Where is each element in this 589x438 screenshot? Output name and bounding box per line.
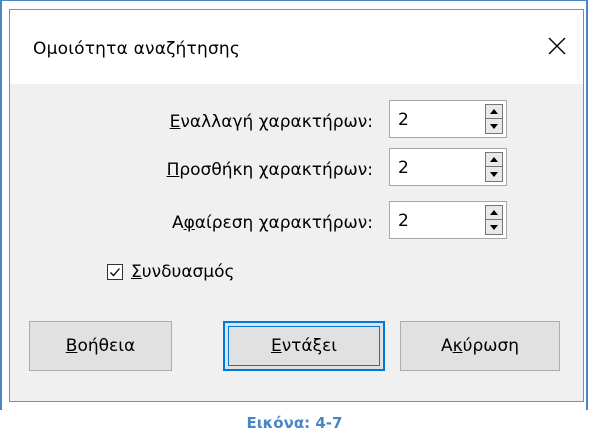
mnemonic: Π — [166, 160, 180, 180]
label-text: ύρωση — [462, 336, 520, 356]
decrement-button[interactable] — [486, 220, 502, 234]
spin-value[interactable]: 2 — [398, 158, 409, 178]
exchange-characters-label: Εναλλαγή χαρακτήρων: — [170, 112, 373, 132]
spin-buttons — [485, 152, 503, 182]
exchange-characters-spinbox[interactable]: 2 — [389, 100, 507, 138]
spin-value[interactable]: 2 — [398, 211, 409, 231]
label-text: ροσθήκη χαρακτήρων: — [179, 160, 373, 180]
arrow-up-icon — [490, 210, 498, 215]
arrow-up-icon — [490, 157, 498, 162]
figure-caption: Εικόνα: 4-7 — [246, 414, 343, 432]
remove-characters-row: Αφαίρεση χαρακτήρων: 2 — [10, 201, 583, 241]
mnemonic: Ε — [169, 112, 181, 132]
mnemonic: Σ — [131, 262, 142, 282]
add-characters-label: Προσθήκη χαρακτήρων: — [167, 160, 373, 180]
decrement-button[interactable] — [486, 119, 502, 133]
arrow-down-icon — [490, 171, 498, 177]
spin-value[interactable]: 2 — [398, 110, 409, 130]
mnemonic: Β — [65, 336, 78, 356]
title-bar: Ομοιότητα αναζήτησης — [10, 10, 583, 84]
label-text: αίρεση χαρακτήρων: — [194, 213, 373, 233]
ok-button[interactable]: Εντάξει — [223, 321, 385, 371]
increment-button[interactable] — [486, 105, 502, 119]
spin-buttons — [485, 104, 503, 134]
arrow-down-icon — [490, 224, 498, 230]
help-button[interactable]: Βοήθεια — [29, 321, 172, 371]
arrow-down-icon — [490, 123, 498, 129]
increment-button[interactable] — [486, 153, 502, 167]
cancel-button[interactable]: Ακύρωση — [400, 321, 560, 371]
label-text: υνδυασμός — [141, 262, 235, 282]
mnemonic: φ — [183, 213, 195, 233]
cancel-label: Ακύρωση — [441, 336, 519, 356]
add-characters-spinbox[interactable]: 2 — [389, 148, 507, 186]
increment-button[interactable] — [486, 206, 502, 220]
remove-characters-label: Αφαίρεση χαρακτήρων: — [172, 213, 373, 233]
mnemonic: κ — [452, 336, 463, 356]
checkbox-box[interactable] — [107, 264, 123, 280]
focus-ring — [228, 326, 380, 366]
remove-characters-spinbox[interactable]: 2 — [389, 201, 507, 239]
add-characters-row: Προσθήκη χαρακτήρων: 2 — [10, 148, 583, 188]
close-icon[interactable] — [543, 32, 571, 60]
checkmark-icon — [110, 268, 120, 277]
label-text: οήθεια — [77, 336, 136, 356]
label-text: ναλλαγή χαρακτήρων: — [180, 112, 373, 132]
label-prefix: Α — [171, 213, 184, 233]
dialog-title: Ομοιότητα αναζήτησης — [33, 39, 241, 59]
combine-checkbox[interactable]: Συνδυασμός — [107, 262, 235, 282]
spin-buttons — [485, 205, 503, 235]
combine-label: Συνδυασμός — [131, 262, 235, 282]
decrement-button[interactable] — [486, 167, 502, 181]
exchange-characters-row: Εναλλαγή χαρακτήρων: 2 — [10, 100, 583, 140]
search-similarity-dialog: Ομοιότητα αναζήτησης Εναλλαγή χαρακτήρων… — [9, 9, 584, 402]
help-label: Βοήθεια — [66, 336, 135, 356]
label-prefix: Α — [440, 336, 453, 356]
arrow-up-icon — [490, 109, 498, 114]
